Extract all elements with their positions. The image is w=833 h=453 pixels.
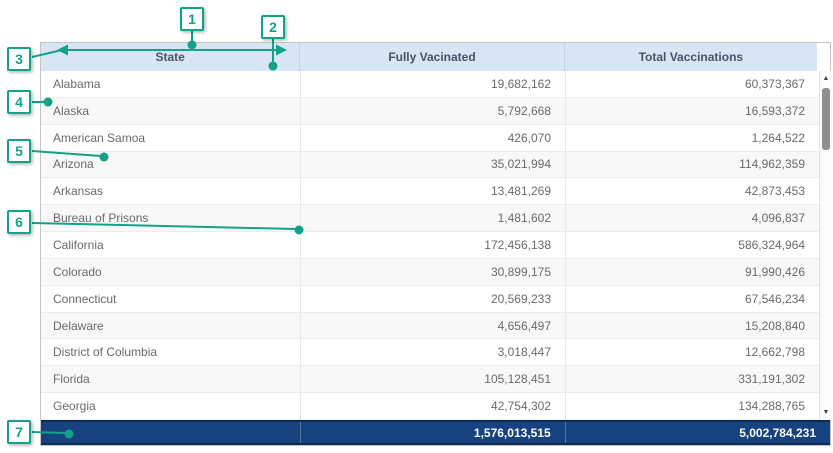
header-total-vaccinations[interactable]: Total Vaccinations [565,43,817,71]
summary-fully-vaccinated-total: 1,576,013,515 [300,422,564,443]
fully-vaccinated-cell: 426,070 [301,125,566,151]
state-cell: Delaware [41,313,301,339]
state-cell: Alabama [41,71,301,97]
table-row[interactable]: Bureau of Prisons 1,481,602 4,096,837 [41,205,819,232]
vaccination-table: State Fully Vacinated Total Vaccinations… [40,42,831,446]
table-row[interactable]: Arkansas 13,481,269 42,873,453 [41,178,819,205]
total-vaccinations-cell: 16,593,372 [566,98,819,124]
table-row[interactable]: District of Columbia 3,018,447 12,662,79… [41,339,819,366]
table-header-row: State Fully Vacinated Total Vaccinations [41,43,830,71]
fully-vaccinated-cell: 35,021,994 [301,152,566,178]
state-cell: Bureau of Prisons [41,205,301,231]
table-body-wrap: Alabama 19,682,162 60,373,367 Alaska 5,7… [41,71,830,420]
state-cell: Arizona [41,152,301,178]
total-vaccinations-cell: 67,546,234 [566,286,819,312]
fully-vaccinated-cell: 105,128,451 [301,366,566,392]
table-row[interactable]: Connecticut 20,569,233 67,546,234 [41,286,819,313]
fully-vaccinated-cell: 5,792,668 [301,98,566,124]
screenshot-stage: State Fully Vacinated Total Vaccinations… [0,0,833,453]
total-vaccinations-cell: 134,288,765 [566,393,819,419]
total-vaccinations-cell: 12,662,798 [566,339,819,365]
fully-vaccinated-cell: 20,569,233 [301,286,566,312]
table-row[interactable]: Alaska 5,792,668 16,593,372 [41,98,819,125]
fully-vaccinated-cell: 172,456,138 [301,232,566,258]
fully-vaccinated-cell: 42,754,302 [301,393,566,419]
table-row[interactable]: Colorado 30,899,175 91,990,426 [41,259,819,286]
table-row[interactable]: Alabama 19,682,162 60,373,367 [41,71,819,98]
header-scrollbar-spacer [817,43,830,71]
state-cell: Florida [41,366,301,392]
vertical-scrollbar[interactable]: ▲ ▼ [819,71,832,420]
scroll-up-icon[interactable]: ▲ [820,71,832,86]
callout-7: 7 [7,420,31,444]
state-cell: Georgia [41,393,301,419]
total-vaccinations-cell: 91,990,426 [566,259,819,285]
scroll-down-icon[interactable]: ▼ [820,405,832,420]
state-cell: Colorado [41,259,301,285]
fully-vaccinated-cell: 4,656,497 [301,313,566,339]
callout-3: 3 [7,47,31,71]
table-row[interactable]: Georgia 42,754,302 134,288,765 [41,393,819,420]
fully-vaccinated-cell: 3,018,447 [301,339,566,365]
state-cell: Connecticut [41,286,301,312]
table-row[interactable]: Arizona 35,021,994 114,962,359 [41,152,819,179]
table-body: Alabama 19,682,162 60,373,367 Alaska 5,7… [41,71,819,420]
total-vaccinations-cell: 331,191,302 [566,366,819,392]
summary-row: 1,576,013,515 5,002,784,231 [41,420,830,445]
state-cell: Alaska [41,98,301,124]
scrollbar-track[interactable] [820,86,832,405]
total-vaccinations-cell: 114,962,359 [566,152,819,178]
callout-1: 1 [180,7,204,31]
total-vaccinations-cell: 1,264,522 [566,125,819,151]
state-cell: District of Columbia [41,339,301,365]
fully-vaccinated-cell: 19,682,162 [301,71,566,97]
callout-4: 4 [7,90,31,114]
summary-total-vaccinations-total: 5,002,784,231 [565,422,830,443]
state-cell: California [41,232,301,258]
table-row[interactable]: American Samoa 426,070 1,264,522 [41,125,819,152]
fully-vaccinated-cell: 1,481,602 [301,205,566,231]
state-cell: American Samoa [41,125,301,151]
total-vaccinations-cell: 42,873,453 [566,178,819,204]
state-cell: Arkansas [41,178,301,204]
table-row[interactable]: California 172,456,138 586,324,964 [41,232,819,259]
total-vaccinations-cell: 15,208,840 [566,313,819,339]
table-row[interactable]: Delaware 4,656,497 15,208,840 [41,313,819,340]
summary-state-cell [41,422,300,443]
scrollbar-thumb[interactable] [822,88,830,150]
fully-vaccinated-cell: 30,899,175 [301,259,566,285]
total-vaccinations-cell: 586,324,964 [566,232,819,258]
callout-2: 2 [261,15,285,39]
header-fully-vaccinated[interactable]: Fully Vacinated [300,43,564,71]
total-vaccinations-cell: 60,373,367 [566,71,819,97]
fully-vaccinated-cell: 13,481,269 [301,178,566,204]
callout-6: 6 [7,210,31,234]
header-state[interactable]: State [41,43,300,71]
total-vaccinations-cell: 4,096,837 [566,205,819,231]
table-row[interactable]: Florida 105,128,451 331,191,302 [41,366,819,393]
callout-5: 5 [7,139,31,163]
